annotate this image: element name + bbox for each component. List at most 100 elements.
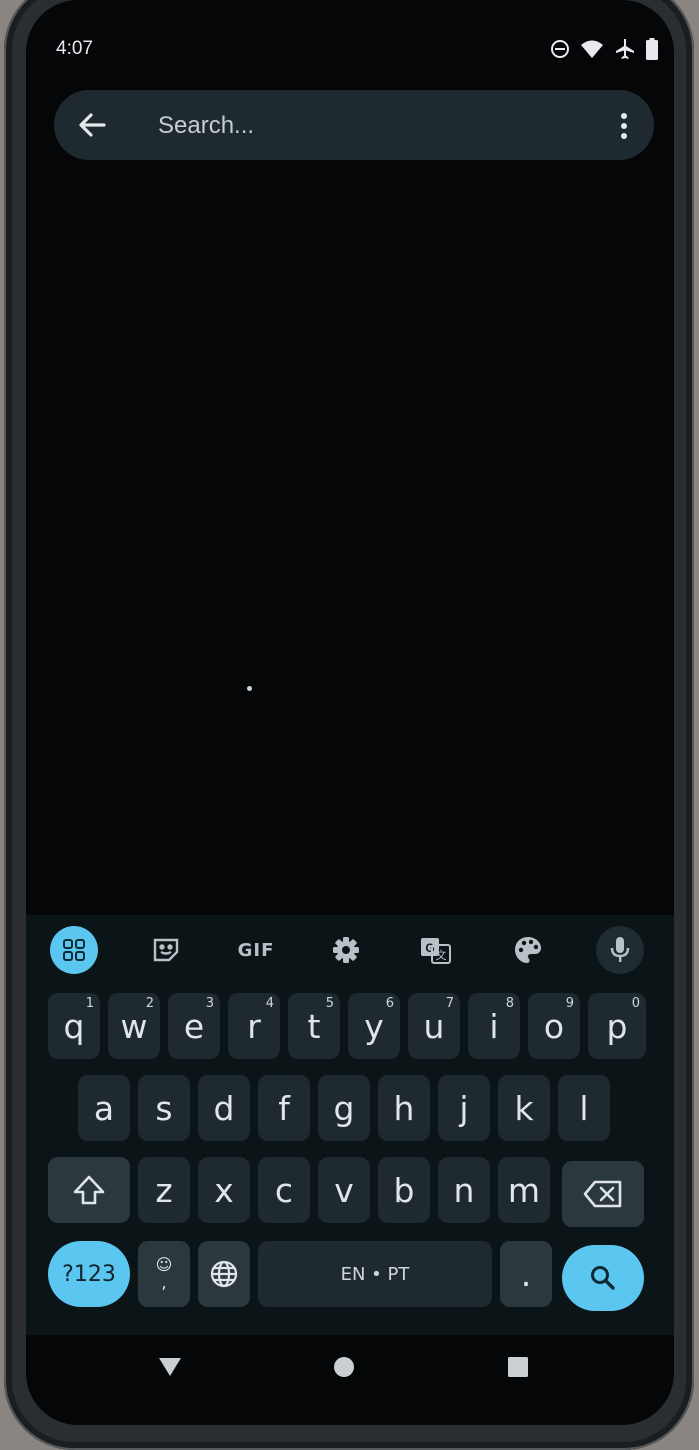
key-j[interactable]: j <box>438 1075 490 1141</box>
key-char: z <box>155 1170 173 1210</box>
key-hint: 0 <box>631 996 640 1011</box>
search-bar <box>54 90 654 160</box>
key-t[interactable]: t5 <box>288 993 340 1059</box>
key-r[interactable]: r4 <box>228 993 280 1059</box>
key-x[interactable]: x <box>198 1157 250 1223</box>
more-options-icon[interactable] <box>618 112 630 140</box>
key-hint: 5 <box>325 996 334 1011</box>
touch-indicator-dot <box>247 686 252 691</box>
back-arrow-icon[interactable] <box>76 110 108 140</box>
key-h[interactable]: h <box>378 1075 430 1141</box>
key-char: l <box>579 1088 589 1128</box>
key-char: h <box>393 1088 415 1128</box>
key-char: t <box>307 1006 321 1046</box>
language-switch-key[interactable] <box>198 1241 250 1307</box>
palette-icon[interactable] <box>504 926 552 974</box>
key-char: v <box>334 1170 354 1210</box>
key-i[interactable]: i8 <box>468 993 520 1059</box>
key-hint: 6 <box>385 996 394 1011</box>
key-char: j <box>459 1088 469 1128</box>
status-icons <box>550 38 658 65</box>
search-input[interactable] <box>158 110 578 142</box>
key-a[interactable]: a <box>78 1075 130 1141</box>
emoji-comma-key[interactable]: ☺, <box>138 1241 190 1307</box>
symbols-label: ?123 <box>62 1261 116 1287</box>
sticker-icon[interactable] <box>142 926 190 974</box>
key-hint: 4 <box>265 996 274 1011</box>
key-char: k <box>514 1088 534 1128</box>
symbols-key[interactable]: ?123 <box>48 1241 130 1307</box>
key-k[interactable]: k <box>498 1075 550 1141</box>
key-q[interactable]: q1 <box>48 993 100 1059</box>
key-c[interactable]: c <box>258 1157 310 1223</box>
translate-icon[interactable]: G文 <box>412 926 460 974</box>
key-n[interactable]: n <box>438 1157 490 1223</box>
apps-grid-icon[interactable] <box>50 926 98 974</box>
key-y[interactable]: y6 <box>348 993 400 1059</box>
emoji-glyph: ☺ <box>155 1255 173 1274</box>
key-w[interactable]: w2 <box>108 993 160 1059</box>
key-char: b <box>393 1170 415 1210</box>
airplane-icon <box>614 38 636 65</box>
period-label: . <box>520 1254 532 1294</box>
search-icon <box>591 1266 615 1290</box>
key-char: g <box>333 1088 355 1128</box>
status-time: 4:07 <box>56 38 93 59</box>
key-u[interactable]: u7 <box>408 993 460 1059</box>
backspace-icon <box>583 1180 622 1208</box>
key-char: r <box>247 1006 261 1046</box>
settings-icon[interactable] <box>322 926 370 974</box>
keyboard-toolbar: GIF G文 <box>26 915 674 985</box>
key-hint: 7 <box>445 996 454 1011</box>
key-b[interactable]: b <box>378 1157 430 1223</box>
key-char: e <box>183 1006 205 1046</box>
svg-text:G: G <box>425 941 434 955</box>
key-p[interactable]: p0 <box>588 993 646 1059</box>
key-l[interactable]: l <box>558 1075 610 1141</box>
shift-key[interactable] <box>48 1157 130 1223</box>
key-char: w <box>120 1006 148 1046</box>
key-hint: 1 <box>85 996 94 1011</box>
space-key[interactable]: EN • PT <box>258 1241 492 1307</box>
mic-icon[interactable] <box>596 926 644 974</box>
gif-button[interactable]: GIF <box>232 926 280 974</box>
key-o[interactable]: o9 <box>528 993 580 1059</box>
key-e[interactable]: e3 <box>168 993 220 1059</box>
navigation-bar <box>26 1335 674 1425</box>
key-char: x <box>214 1170 234 1210</box>
key-z[interactable]: z <box>138 1157 190 1223</box>
globe-icon <box>210 1260 238 1288</box>
shift-arrow-icon <box>73 1175 105 1205</box>
key-char: u <box>423 1006 445 1046</box>
key-m[interactable]: m <box>498 1157 550 1223</box>
key-hint: 8 <box>505 996 514 1011</box>
key-hint: 2 <box>145 996 154 1011</box>
search-action-key[interactable] <box>562 1245 644 1311</box>
backspace-key[interactable] <box>562 1161 644 1227</box>
screen: 4:07 G <box>26 0 674 1425</box>
recents-square-icon[interactable] <box>498 1347 538 1387</box>
key-hint: 3 <box>205 996 214 1011</box>
svg-text:文: 文 <box>436 948 447 962</box>
key-char: d <box>213 1088 235 1128</box>
key-v[interactable]: v <box>318 1157 370 1223</box>
key-char: y <box>364 1006 384 1046</box>
key-char: o <box>543 1006 565 1046</box>
key-d[interactable]: d <box>198 1075 250 1141</box>
key-g[interactable]: g <box>318 1075 370 1141</box>
key-hint: 9 <box>565 996 574 1011</box>
key-char: p <box>606 1006 628 1046</box>
do-not-disturb-icon <box>550 39 570 64</box>
back-triangle-icon[interactable] <box>150 1347 190 1387</box>
key-s[interactable]: s <box>138 1075 190 1141</box>
period-key[interactable]: . <box>500 1241 552 1307</box>
battery-icon <box>646 38 658 65</box>
home-circle-icon[interactable] <box>324 1347 364 1387</box>
key-char: f <box>278 1088 290 1128</box>
key-char: c <box>274 1170 294 1210</box>
key-f[interactable]: f <box>258 1075 310 1141</box>
gif-label: GIF <box>237 939 275 961</box>
key-char: s <box>155 1088 173 1128</box>
comma-glyph: , <box>161 1273 167 1292</box>
space-label: EN • PT <box>340 1263 410 1285</box>
